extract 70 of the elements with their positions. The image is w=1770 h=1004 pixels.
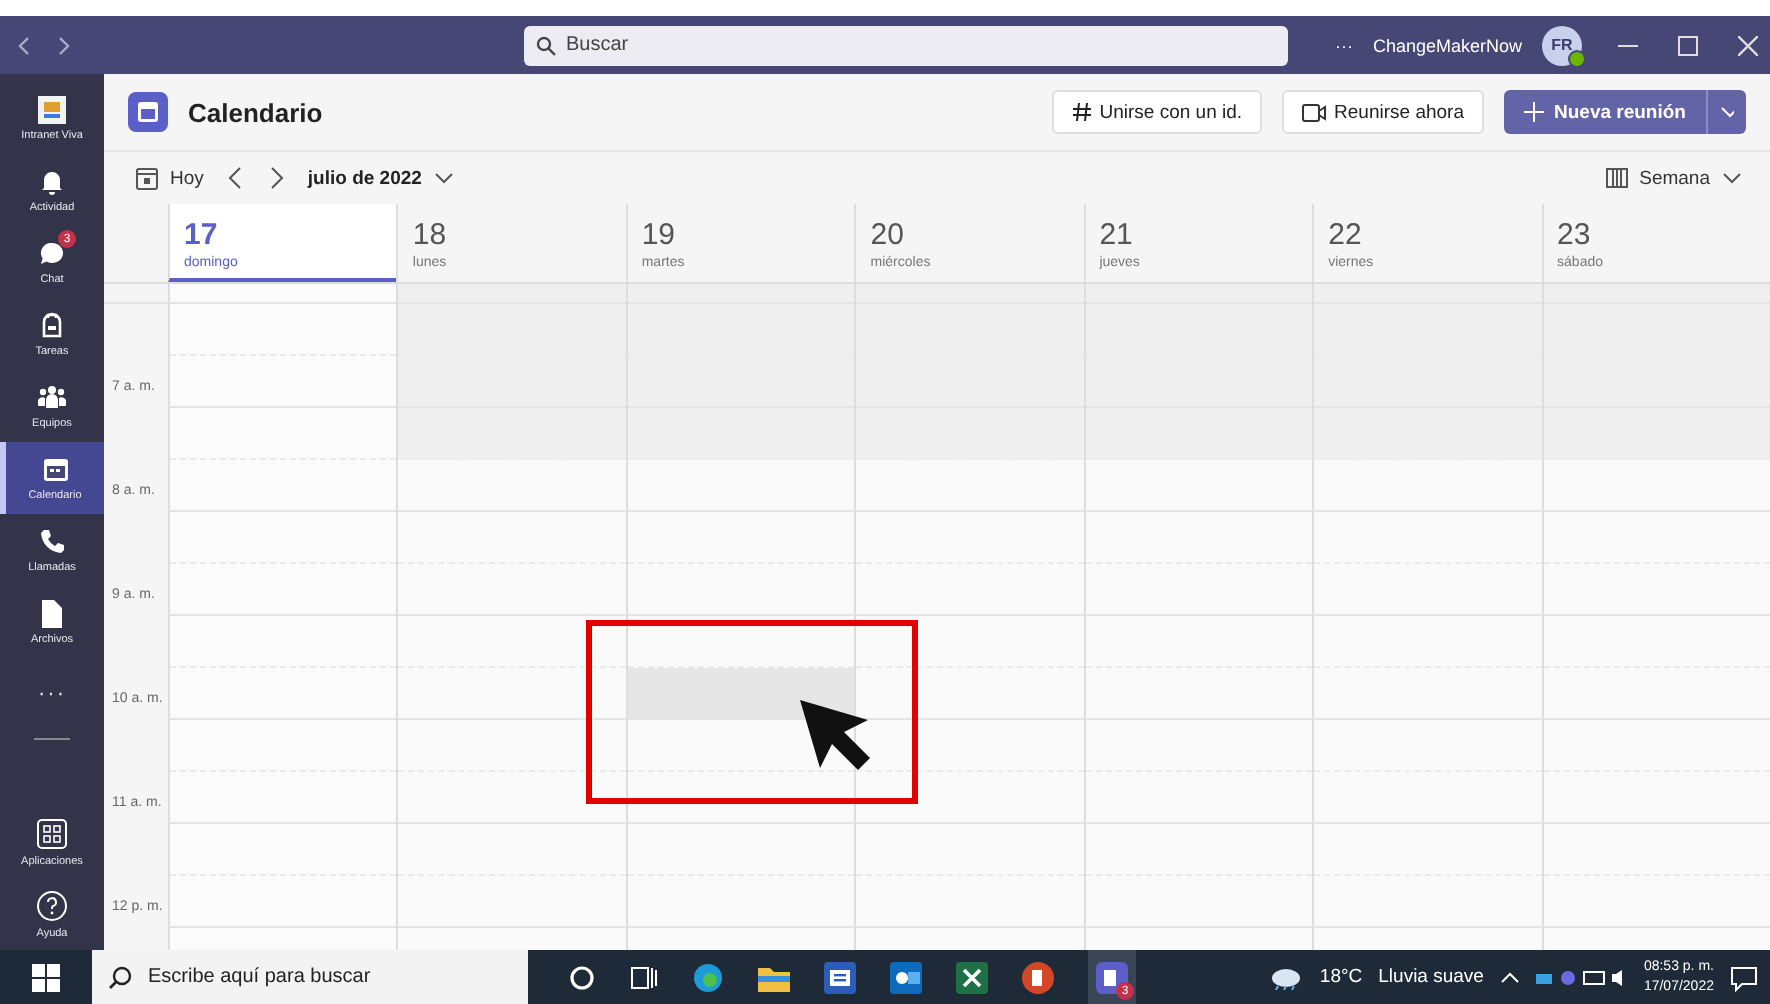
system-tray-icons-drawing: [1535, 967, 1628, 987]
presentation-icon[interactable]: [1022, 961, 1054, 993]
backpack-icon: [38, 311, 66, 339]
today-button[interactable]: Hoy: [136, 167, 204, 189]
maximize-icon[interactable]: [1678, 35, 1698, 55]
off-hours-slot[interactable]: [1543, 284, 1770, 304]
selected-time-slot[interactable]: [627, 668, 855, 718]
chevron-down-icon: [1720, 106, 1734, 118]
month-picker[interactable]: julio de 2022: [307, 167, 454, 189]
circle-icon[interactable]: [568, 963, 596, 991]
avatar[interactable]: FR: [1542, 25, 1582, 65]
join-with-id-button[interactable]: Unirse con un id.: [1051, 90, 1263, 134]
off-hours-slot[interactable]: [398, 304, 626, 356]
organization-name[interactable]: ChangeMakerNow: [1372, 35, 1522, 55]
off-hours-slot[interactable]: [1314, 284, 1542, 304]
phone-icon: [38, 527, 66, 555]
status-dot-icon: [1568, 49, 1586, 67]
notifications-icon[interactable]: [1730, 963, 1758, 991]
chevron-down-icon: [433, 172, 454, 184]
calendar-today-icon: [136, 167, 158, 189]
plus-icon: [1524, 102, 1544, 122]
mail-app-icon[interactable]: [890, 961, 922, 993]
calendar-app-icon: [128, 92, 168, 132]
apps-grid-icon: [36, 817, 68, 849]
taskbar-search-field[interactable]: Escribe aquí para buscar: [92, 950, 528, 1004]
search-icon: [536, 35, 556, 55]
off-hours-slot[interactable]: [1543, 408, 1770, 460]
off-hours-slot[interactable]: [627, 284, 855, 304]
folder-icon[interactable]: [758, 963, 790, 991]
week-view-icon: [1605, 168, 1628, 188]
video-camera-icon: [1302, 103, 1327, 121]
page-title: Calendario: [188, 97, 323, 127]
spreadsheet-icon[interactable]: [956, 961, 988, 993]
calendar-icon: [41, 455, 69, 483]
off-hours-slot[interactable]: [1314, 408, 1542, 460]
close-icon[interactable]: [1738, 35, 1758, 55]
chat-icon: [38, 239, 66, 267]
view-selector[interactable]: Semana: [1605, 167, 1742, 189]
next-week-icon[interactable]: [267, 166, 284, 190]
off-hours-slot[interactable]: [627, 408, 855, 460]
search-icon: [108, 965, 132, 989]
help-icon: [36, 889, 68, 921]
viva-logo-icon: [38, 95, 66, 123]
people-icon: [36, 383, 68, 411]
hash-icon: [1071, 102, 1092, 122]
document-icon: [40, 599, 64, 627]
mouse-pointer-icon: [796, 696, 876, 776]
chevron-down-icon: [1722, 172, 1742, 184]
off-hours-slot[interactable]: [1085, 284, 1313, 304]
browser-icon[interactable]: [692, 961, 724, 993]
off-hours-slot[interactable]: [398, 356, 626, 408]
previous-week-icon[interactable]: [227, 166, 244, 190]
windows-logo-icon[interactable]: [32, 963, 60, 991]
off-hours-slot[interactable]: [856, 284, 1084, 304]
temperature: 18°C: [1319, 966, 1363, 988]
weather-condition: Lluvia suave: [1378, 966, 1484, 988]
task-view-icon[interactable]: [630, 963, 658, 991]
new-meeting-button[interactable]: Nueva reunión: [1504, 90, 1706, 134]
more-options[interactable]: ···: [1334, 35, 1353, 55]
off-hours-slot[interactable]: [1085, 408, 1313, 460]
off-hours-slot[interactable]: [856, 408, 1084, 460]
rain-cloud-icon: [1267, 965, 1304, 989]
bell-icon: [38, 167, 66, 195]
rail-item[interactable]: ···: [0, 658, 104, 730]
off-hours-slot[interactable]: [398, 284, 626, 304]
search-field[interactable]: Buscar: [524, 25, 1288, 65]
off-hours-slot[interactable]: [398, 408, 626, 460]
new-meeting-dropdown[interactable]: [1706, 90, 1746, 134]
chevron-up-icon[interactable]: [1499, 971, 1520, 983]
meet-now-button[interactable]: Reunirse ahora: [1282, 90, 1484, 134]
